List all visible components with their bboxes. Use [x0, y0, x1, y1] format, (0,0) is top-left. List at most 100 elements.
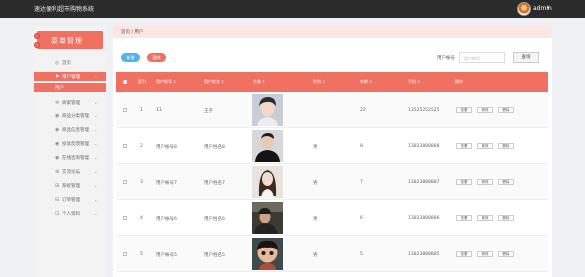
- delete-row-button[interactable]: 删除: [498, 107, 514, 113]
- sidebar-item-7[interactable]: ◉ 在线咨询管理 ⌄: [34, 153, 106, 162]
- view-button[interactable]: 查看: [456, 143, 472, 149]
- row-checkbox[interactable]: [123, 180, 127, 184]
- chevron-down-icon: ⌄: [94, 169, 98, 174]
- cell-gender: 男: [313, 181, 318, 186]
- sidebar-item-label: 用户管理: [62, 75, 80, 80]
- delete-button[interactable]: 删除: [147, 53, 166, 62]
- main-content: 首页 / 用户 新增 删除 用户帐号 用户帐号 查询 索引 用户帐号↕ 用户姓名…: [113, 26, 552, 277]
- sidebar-item-label: 商品信息管理: [62, 128, 89, 133]
- app-title: 速达便利超市购物系统: [34, 6, 95, 13]
- edit-button[interactable]: 修改: [477, 107, 493, 113]
- edit-button[interactable]: 修改: [477, 143, 493, 149]
- cell-age: 6: [360, 216, 363, 221]
- header-gender[interactable]: 性别↕: [313, 79, 325, 85]
- sidebar-item-6[interactable]: ◉ 投诉反馈管理 ⌄: [34, 139, 106, 148]
- view-button[interactable]: 查看: [456, 179, 472, 185]
- row-checkbox[interactable]: [123, 216, 127, 220]
- chevron-down-icon: ⌄: [94, 113, 98, 118]
- cell-age: 7: [360, 180, 363, 185]
- sidebar-item-9[interactable]: ⊞ 系统管理 ⌄: [34, 181, 106, 190]
- cell-account: 用户帐号8: [156, 145, 177, 150]
- header-phone[interactable]: 手机↕: [408, 79, 420, 85]
- search-input[interactable]: 用户帐号: [459, 52, 505, 63]
- info-icon: ◉: [55, 127, 60, 133]
- header-index[interactable]: 索引: [138, 79, 146, 85]
- sidebar-item-8[interactable]: ⊕ 交流论坛 ⌄: [34, 167, 106, 176]
- header-age[interactable]: 年龄↕: [360, 79, 372, 85]
- goods-icon: ✲: [55, 100, 60, 106]
- cell-age: 8: [360, 144, 363, 149]
- cell-account: 用户帐号5: [156, 253, 177, 258]
- admin-avatar[interactable]: [517, 2, 531, 16]
- chevron-down-icon: ⌄: [94, 141, 98, 146]
- cell-index: 4: [140, 216, 143, 221]
- cell-index: 3: [140, 180, 143, 185]
- profile-icon: ⊡: [55, 211, 60, 217]
- cell-index: 5: [140, 252, 143, 257]
- sidebar-item-10[interactable]: ⊟ 订单管理 ⌄: [34, 195, 106, 204]
- edit-button[interactable]: 修改: [477, 179, 493, 185]
- cell-gender: 男: [313, 145, 318, 150]
- chevron-down-icon: ⌄: [94, 74, 98, 79]
- sidebar-item-label: 用户: [55, 86, 64, 91]
- edit-button[interactable]: 修改: [477, 251, 493, 257]
- edit-button[interactable]: 修改: [477, 215, 493, 221]
- add-button[interactable]: 新增: [121, 53, 140, 62]
- sidebar-item-1[interactable]: ⚑ 用户管理 ⌄: [34, 72, 106, 81]
- breadcrumb-text[interactable]: 首页 / 用户: [121, 29, 143, 35]
- banner-ring-icon: [34, 33, 40, 39]
- cell-name: 用户姓名5: [204, 253, 225, 258]
- sidebar-item-0[interactable]: ◎ 首页: [34, 58, 106, 67]
- banner-ring-icon: [34, 42, 40, 48]
- select-all-checkbox[interactable]: [123, 80, 127, 84]
- sidebar-title: 菜单管理: [51, 37, 83, 45]
- sort-icon[interactable]: ↕: [322, 79, 325, 84]
- sort-icon[interactable]: ↕: [369, 79, 372, 84]
- chevron-down-icon: ⌄: [94, 183, 98, 188]
- view-button[interactable]: 查看: [456, 107, 472, 113]
- user-photo: [252, 130, 283, 162]
- category-icon: ◉: [55, 113, 60, 119]
- user-photo: [252, 202, 283, 234]
- sidebar-item-5[interactable]: ◉ 商品信息管理 ⌄: [34, 125, 106, 134]
- view-button[interactable]: 查看: [456, 251, 472, 257]
- sidebar-item-11[interactable]: ⊡ 个人资料 ⌄: [34, 209, 106, 218]
- table-row: 1 11 王子 22 13525252525 查看 修改 删除: [116, 92, 548, 128]
- view-button[interactable]: 查看: [456, 215, 472, 221]
- delete-row-button[interactable]: 删除: [498, 215, 514, 221]
- sidebar-item-4[interactable]: ◉ 商品分类管理 ⌄: [34, 111, 106, 120]
- delete-row-button[interactable]: 删除: [498, 179, 514, 185]
- search-button[interactable]: 查询: [513, 52, 539, 63]
- header-actions: 操作: [455, 79, 463, 84]
- sidebar-item-2[interactable]: 用户: [34, 83, 106, 92]
- sidebar-title-banner: 菜单管理: [34, 31, 103, 49]
- sort-icon[interactable]: ↕: [173, 79, 176, 84]
- header-photo[interactable]: 头像↕: [253, 79, 265, 85]
- sort-icon[interactable]: ↕: [221, 79, 224, 84]
- table-row: 3 用户帐号7 用户姓名7 男 7 13823888887 查看 修改 删除: [116, 164, 548, 200]
- chevron-down-icon: ⌄: [94, 127, 98, 132]
- top-bar: 速达便利超市购物系统 admin ▾: [0, 0, 585, 18]
- row-checkbox[interactable]: [123, 144, 127, 148]
- chevron-down-icon: ⌄: [94, 155, 98, 160]
- order-icon: ⊟: [55, 197, 60, 203]
- report-icon: ◉: [55, 141, 60, 147]
- header-name[interactable]: 用户姓名↕: [204, 79, 224, 85]
- chevron-down-icon[interactable]: ▾: [547, 5, 550, 11]
- delete-row-button[interactable]: 删除: [498, 143, 514, 149]
- row-checkbox[interactable]: [123, 108, 127, 112]
- sidebar-item-3[interactable]: ✲ 商家管理 ⌄: [34, 98, 106, 107]
- delete-row-button[interactable]: 删除: [498, 251, 514, 257]
- table-header: 索引 用户帐号↕ 用户姓名↕ 头像↕ 性别↕ 年龄↕ 手机↕ 操作: [116, 72, 548, 92]
- chevron-down-icon: ⌄: [94, 197, 98, 202]
- cell-age: 5: [360, 252, 363, 257]
- sort-icon[interactable]: ↕: [417, 79, 420, 84]
- cell-phone: 13525252525: [408, 108, 440, 113]
- sort-icon[interactable]: ↕: [262, 79, 265, 84]
- sidebar-item-label: 首页: [62, 61, 71, 66]
- header-account[interactable]: 用户帐号↕: [156, 79, 176, 85]
- row-checkbox[interactable]: [123, 252, 127, 256]
- user-photo: [252, 238, 283, 270]
- breadcrumb: 首页 / 用户: [113, 26, 552, 38]
- sidebar: 菜单管理 ◎ 首页 ⚑ 用户管理 ⌄ 用户 ✲ 商家管理 ⌄ ◉ 商品分类管理 ⌄ ◉ 商品信息管理 ⌄ ◉ 投…: [34, 26, 106, 277]
